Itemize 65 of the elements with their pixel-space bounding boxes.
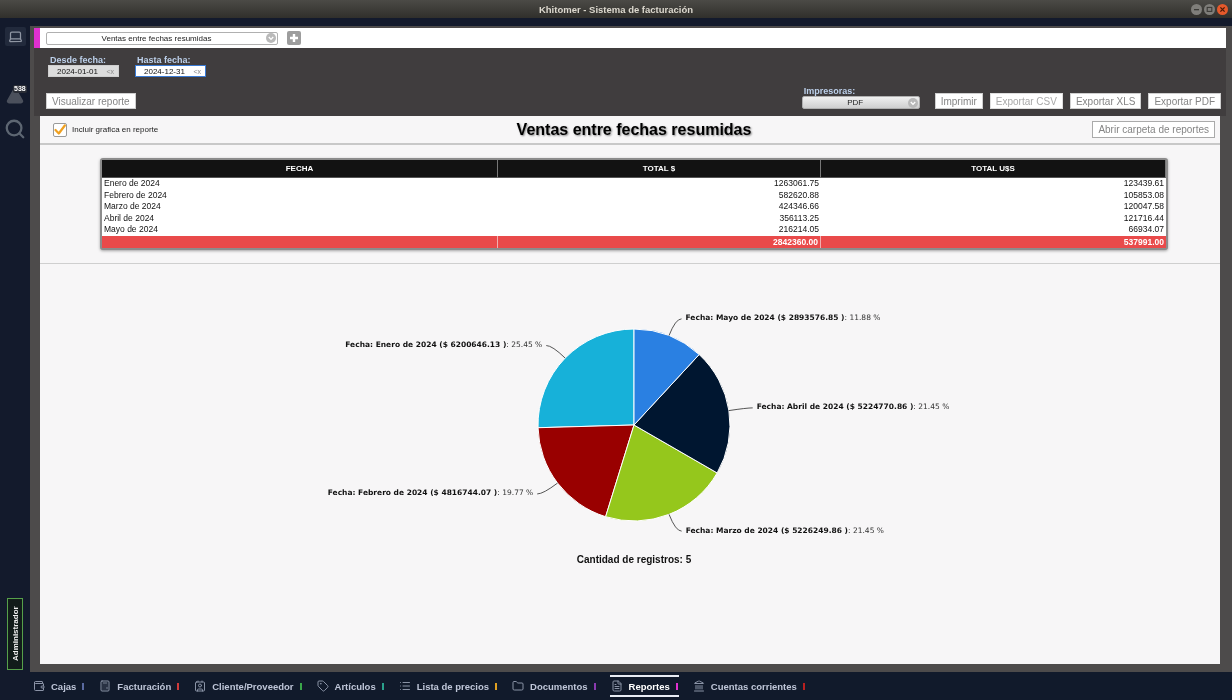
maximize-icon[interactable] (1204, 3, 1215, 15)
taskbar-tab[interactable]: Cliente/Proveedor (193, 675, 303, 697)
table-cell-text: 123439.61 (1122, 178, 1165, 190)
report-title: Ventas entre fechas resumidas (516, 120, 752, 139)
table-cell-text: 216214.05 (777, 224, 820, 236)
table-cell-text: Enero de 2024 (103, 178, 161, 190)
wallet-icon (33, 680, 45, 692)
table-cell-text: 121716.44 (1122, 212, 1165, 224)
taskbar-tab[interactable]: Artículos (315, 675, 385, 697)
minimize-icon[interactable] (1191, 3, 1202, 15)
view-report-button[interactable]: Visualizar reporte (46, 93, 136, 109)
leader-line (668, 513, 683, 532)
field-label: Hasta fecha: (136, 55, 192, 65)
window-title: Khitomer - Sistema de facturación (538, 3, 694, 15)
chevron-down-icon (907, 97, 918, 108)
leader-line (536, 482, 559, 494)
taskbar-tab[interactable]: Facturación (98, 675, 181, 697)
plus-icon[interactable] (287, 31, 301, 45)
table-cell-text: 120047.58 (1122, 201, 1165, 213)
leader-line (728, 406, 754, 411)
record-count: Cantidad de registros: 5 (576, 553, 692, 565)
table-cell-text: Mayo de 2024 (103, 224, 159, 236)
tag-icon (316, 680, 329, 692)
taskbar-tab[interactable]: Cajas (32, 675, 86, 697)
column-header: FECHA (102, 160, 498, 178)
close-icon[interactable] (1217, 3, 1228, 15)
user-label: Administrador (7, 598, 23, 670)
taskbar-tab[interactable]: Documentos (511, 675, 597, 697)
total-cell: 2842360.00 (498, 235, 821, 248)
field-label: Desde fecha: (49, 55, 108, 65)
taskbar-tab[interactable]: Reportes (609, 675, 679, 697)
laptop-icon[interactable] (4, 27, 26, 46)
folder-icon (512, 680, 525, 692)
report-dropdown[interactable]: Ventas entre fechas resumidas (46, 31, 278, 45)
column-header: TOTAL $ (498, 160, 821, 178)
field-label: Impresoras: (802, 86, 857, 96)
column-header: TOTAL U$S (821, 160, 1166, 178)
checkbox[interactable] (53, 122, 67, 137)
contact-card-icon (194, 680, 207, 692)
search-icon[interactable] (4, 118, 26, 140)
table-cell-text: 582620.88 (777, 189, 820, 201)
table-cell-text: Marzo de 2024 (103, 201, 162, 213)
table-cell-text: 1263061.75 (773, 178, 820, 190)
calculator-icon (99, 680, 112, 692)
chevron-down-icon (266, 33, 276, 43)
taskbar-tab[interactable]: Cuentas corrientes (691, 675, 806, 697)
action-button[interactable]: Exportar XLS (1069, 93, 1142, 109)
taskbar-tab[interactable]: Lista de precios (397, 675, 499, 697)
table-cell-text: 66934.07 (1127, 224, 1165, 236)
table-cell-text: 424346.66 (777, 201, 820, 213)
action-button[interactable]: Exportar PDF (1148, 93, 1221, 109)
bank-icon (692, 680, 705, 692)
leader-line (545, 344, 566, 359)
printer-dropdown[interactable]: PDF (801, 96, 920, 109)
document-icon (610, 680, 623, 692)
table-cell-text: 105853.08 (1122, 189, 1165, 201)
action-button[interactable]: Imprimir (934, 93, 983, 109)
list-icon (398, 680, 411, 692)
table-cell-text: 356113.25 (778, 212, 820, 224)
open-folder-button[interactable]: Abrir carpeta de reportes (1092, 121, 1215, 138)
table-cell-text: Abril de 2024 (103, 212, 156, 224)
total-cell-text: 537991.00 (1122, 235, 1165, 248)
checkbox-label: Incluir grafica en reporte (72, 125, 159, 134)
table-cell-text: Febrero de 2024 (103, 189, 168, 201)
leader-line (668, 317, 683, 336)
